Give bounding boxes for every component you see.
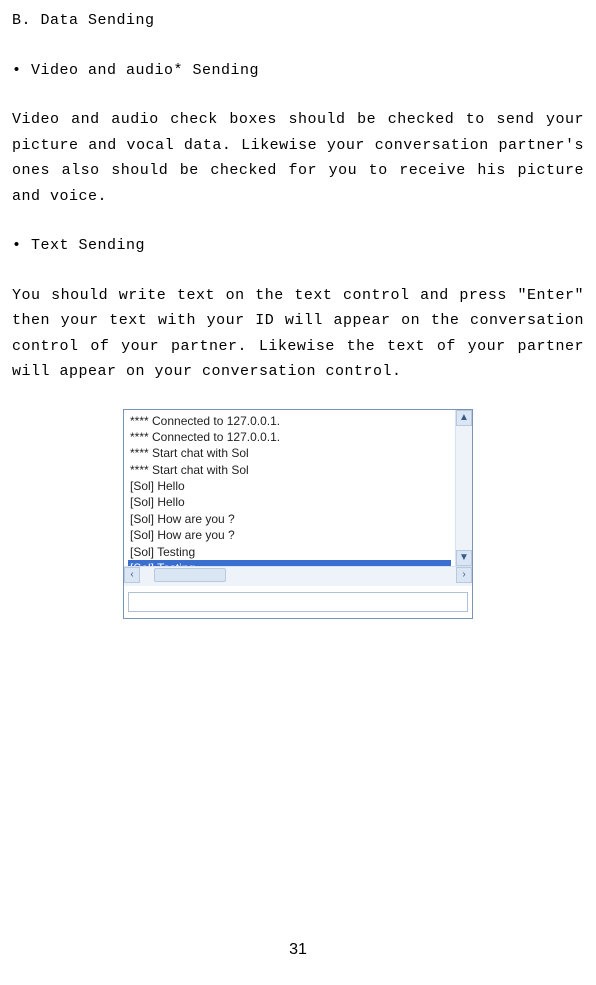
chat-line[interactable]: **** Connected to 127.0.0.1. <box>128 413 451 429</box>
vertical-scrollbar[interactable]: ▲ ▼ <box>455 410 472 566</box>
horizontal-scrollbar[interactable]: ‹ › <box>124 566 472 583</box>
bullet-text-sending: • Text Sending <box>12 233 584 259</box>
chat-screenshot: **** Connected to 127.0.0.1.**** Connect… <box>12 409 584 619</box>
section-title: B. Data Sending <box>12 8 584 34</box>
chat-panel: **** Connected to 127.0.0.1.**** Connect… <box>123 409 473 619</box>
horizontal-scroll-track[interactable] <box>140 567 456 583</box>
scroll-right-button[interactable]: › <box>456 567 472 583</box>
chat-line[interactable]: **** Connected to 127.0.0.1. <box>128 429 451 445</box>
chat-line[interactable]: [Sol] Testing <box>128 560 451 565</box>
chat-text-input[interactable] <box>128 592 468 612</box>
chat-input-area <box>124 583 472 618</box>
page-number: 31 <box>0 936 596 963</box>
scroll-left-button[interactable]: ‹ <box>124 567 140 583</box>
chat-message-list[interactable]: **** Connected to 127.0.0.1.**** Connect… <box>124 410 455 566</box>
vertical-scroll-track[interactable] <box>456 426 472 550</box>
paragraph-text-sending: You should write text on the text contro… <box>12 283 584 385</box>
chat-line[interactable]: **** Start chat with Sol <box>128 462 451 478</box>
chat-line[interactable]: [Sol] Hello <box>128 478 451 494</box>
chat-line[interactable]: [Sol] How are you ? <box>128 511 451 527</box>
chat-line[interactable]: [Sol] How are you ? <box>128 527 451 543</box>
horizontal-scroll-thumb[interactable] <box>154 568 226 582</box>
scroll-down-button[interactable]: ▼ <box>456 550 472 566</box>
chat-line[interactable]: [Sol] Hello <box>128 494 451 510</box>
bullet-video-audio-sending: • Video and audio* Sending <box>12 58 584 84</box>
scroll-up-button[interactable]: ▲ <box>456 410 472 426</box>
paragraph-video-audio: Video and audio check boxes should be ch… <box>12 107 584 209</box>
chat-line[interactable]: [Sol] Testing <box>128 544 451 560</box>
chat-line[interactable]: **** Start chat with Sol <box>128 445 451 461</box>
